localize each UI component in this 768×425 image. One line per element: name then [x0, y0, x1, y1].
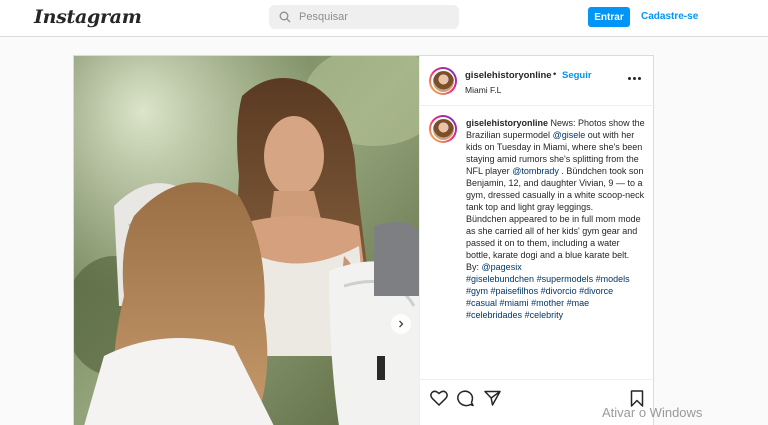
hashtag-link[interactable]: #celebridades [466, 310, 522, 320]
instagram-logo[interactable]: Instagram [34, 6, 142, 28]
post-author-username[interactable]: giselehistoryonline [465, 70, 552, 81]
hashtag-link[interactable]: #gym [466, 286, 488, 296]
hashtag-link[interactable]: #divorce [579, 286, 613, 296]
more-options-icon[interactable] [628, 77, 641, 80]
caption-paragraph: Bündchen appeared to be in full mom mode… [466, 214, 641, 260]
search-box[interactable] [269, 5, 459, 29]
hashtag-link[interactable]: #divorcio [541, 286, 577, 296]
post-photo-image [74, 56, 419, 425]
caption-text: giselehistoryonline News: Photos show th… [466, 117, 646, 321]
hashtag-link[interactable]: #supermodels [537, 274, 594, 284]
separator-dot: • [553, 69, 557, 80]
login-button[interactable]: Entrar [588, 7, 630, 27]
hashtag-link[interactable]: #miami [500, 298, 529, 308]
post-caption: giselehistoryonline News: Photos show th… [420, 107, 655, 379]
follow-button[interactable]: Seguir [562, 70, 592, 81]
share-icon[interactable] [484, 390, 501, 406]
hashtag-link[interactable]: #giselebundchen [466, 274, 534, 284]
heart-icon[interactable] [430, 390, 448, 406]
hashtag-link[interactable]: #paisefilhos [491, 286, 539, 296]
next-photo-button[interactable] [391, 314, 411, 334]
hashtag-link[interactable]: #celebrity [525, 310, 564, 320]
top-navigation: Instagram Entrar Cadastre-se [0, 0, 768, 37]
post-sidebar: giselehistoryonline • Seguir Miami F.L g… [419, 56, 655, 425]
hashtag-link[interactable]: #casual [466, 298, 497, 308]
caption-credit-label: By: [466, 262, 480, 272]
comment-icon[interactable] [457, 390, 474, 407]
post-card: giselehistoryonline • Seguir Miami F.L g… [73, 55, 655, 425]
post-photo[interactable] [74, 56, 419, 425]
avatar[interactable] [429, 115, 457, 143]
search-input[interactable] [299, 11, 449, 23]
post-location[interactable]: Miami F.L [465, 85, 501, 95]
hashtag-link[interactable]: #mae [567, 298, 590, 308]
post-header: giselehistoryonline • Seguir Miami F.L [420, 56, 655, 106]
avatar[interactable] [429, 67, 457, 95]
mention-link[interactable]: @tombrady [512, 166, 559, 176]
mention-link[interactable]: @gisele [553, 130, 586, 140]
mention-link[interactable]: @pagesix [482, 262, 522, 272]
caption-username[interactable]: giselehistoryonline [466, 118, 548, 128]
os-activation-watermark: Ativar o Windows [602, 405, 703, 420]
hashtag-link[interactable]: #models [596, 274, 630, 284]
signup-link[interactable]: Cadastre-se [641, 11, 698, 22]
chevron-right-icon [399, 320, 404, 328]
hashtag-link[interactable]: #mother [531, 298, 564, 308]
search-icon [279, 11, 291, 23]
